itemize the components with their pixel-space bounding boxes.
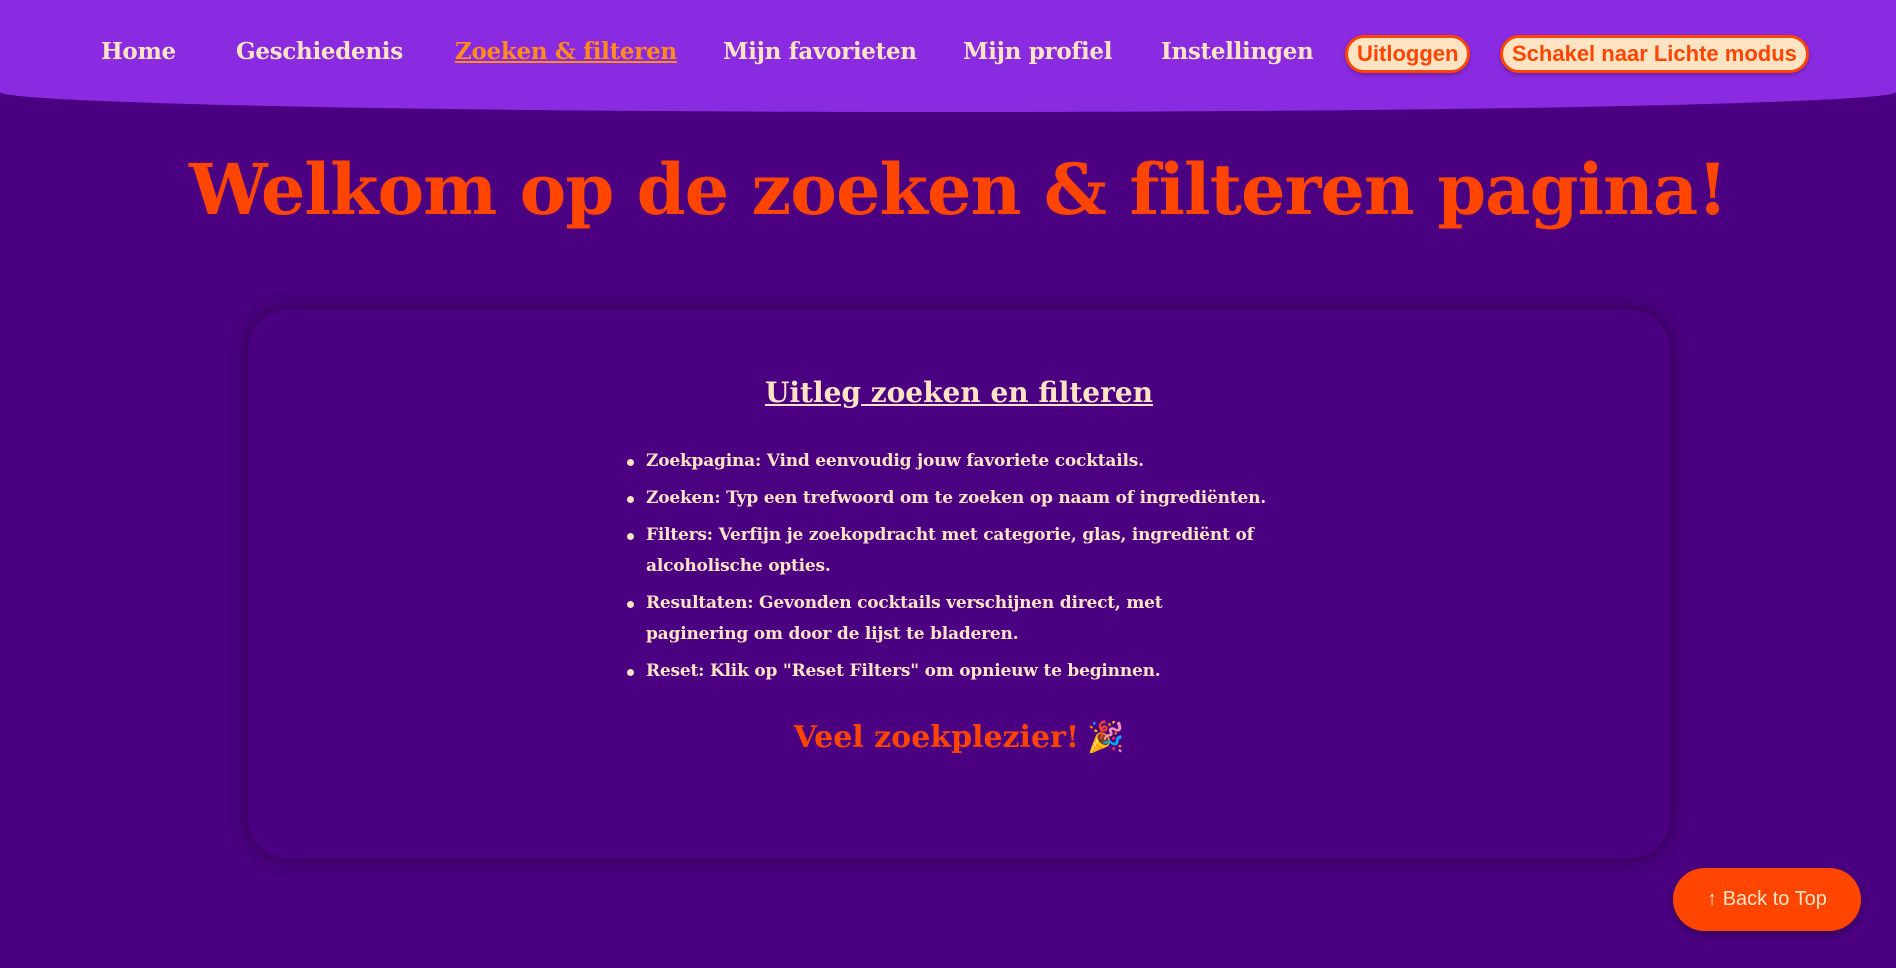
nav-link-zoeken-filteren[interactable]: Zoeken & filteren bbox=[455, 38, 677, 65]
bullet-icon bbox=[627, 601, 634, 608]
logout-button[interactable]: Uitloggen bbox=[1345, 35, 1471, 73]
instructions-list: Zoekpagina: Vind eenvoudig jouw favoriet… bbox=[627, 446, 1270, 693]
info-card: Uitleg zoeken en filteren Zoekpagina: Vi… bbox=[248, 310, 1670, 858]
list-item: Filters: Verfijn je zoekopdracht met cat… bbox=[627, 520, 1270, 582]
list-item: Reset: Klik op "Reset Filters" om opnieu… bbox=[627, 656, 1270, 687]
back-to-top-button[interactable]: ↑ Back to Top bbox=[1673, 868, 1861, 931]
bullet-icon bbox=[627, 459, 634, 466]
list-item-text: Reset: Klik op "Reset Filters" om opnieu… bbox=[646, 661, 1161, 681]
party-popper-icon: 🎉 bbox=[1087, 720, 1125, 755]
top-navigation: Home Geschiedenis Zoeken & filteren Mijn… bbox=[0, 0, 1896, 112]
nav-link-geschiedenis[interactable]: Geschiedenis bbox=[236, 38, 403, 65]
nav-link-home[interactable]: Home bbox=[101, 38, 176, 65]
page-title: Welkom op de zoeken & filteren pagina! bbox=[188, 148, 1728, 231]
list-item-text: Filters: Verfijn je zoekopdracht met cat… bbox=[646, 525, 1254, 576]
list-item-text: Zoeken: Typ een trefwoord om te zoeken o… bbox=[646, 488, 1266, 508]
nav-link-mijn-favorieten[interactable]: Mijn favorieten bbox=[723, 38, 917, 65]
bullet-icon bbox=[627, 496, 634, 503]
card-title: Uitleg zoeken en filteren bbox=[764, 376, 1154, 409]
bullet-icon bbox=[627, 533, 634, 540]
nav-link-instellingen[interactable]: Instellingen bbox=[1161, 38, 1314, 65]
list-item: Resultaten: Gevonden cocktails verschijn… bbox=[627, 588, 1270, 650]
list-item: Zoeken: Typ een trefwoord om te zoeken o… bbox=[627, 483, 1270, 514]
page: Home Geschiedenis Zoeken & filteren Mijn… bbox=[0, 0, 1896, 968]
list-item-text: Zoekpagina: Vind eenvoudig jouw favoriet… bbox=[646, 451, 1144, 471]
theme-toggle-button[interactable]: Schakel naar Lichte modus bbox=[1500, 35, 1809, 73]
list-item: Zoekpagina: Vind eenvoudig jouw favoriet… bbox=[627, 446, 1270, 477]
bullet-icon bbox=[627, 669, 634, 676]
closing-message: Veel zoekplezier! 🎉 bbox=[248, 720, 1670, 755]
list-item-text: Resultaten: Gevonden cocktails verschijn… bbox=[646, 593, 1163, 644]
nav-link-mijn-profiel[interactable]: Mijn profiel bbox=[963, 38, 1113, 65]
closing-text: Veel zoekplezier! bbox=[793, 720, 1080, 755]
